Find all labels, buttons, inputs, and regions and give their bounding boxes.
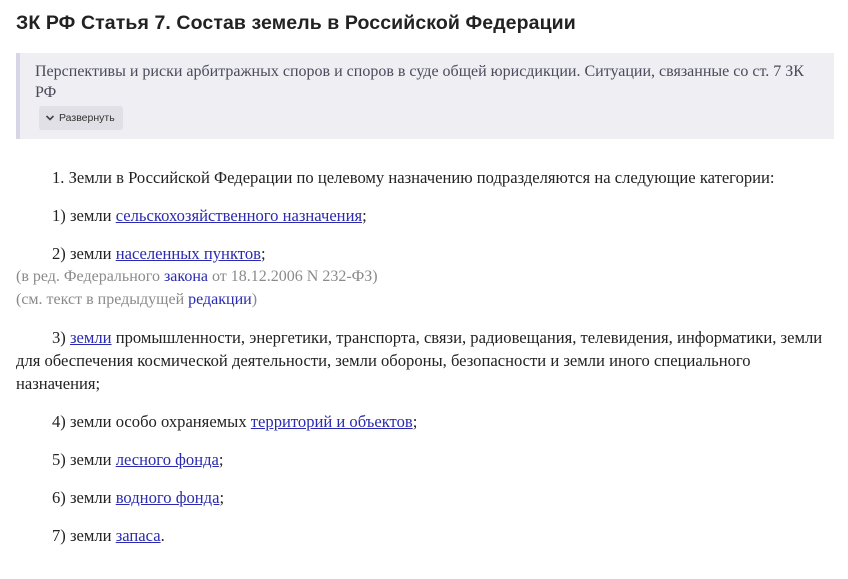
page-title: ЗК РФ Статья 7. Состав земель в Российск… xyxy=(16,12,576,34)
link-reserve[interactable]: запаса xyxy=(116,526,161,545)
link-previous-edition[interactable]: редакции xyxy=(188,291,252,308)
link-agricultural-lands[interactable]: сельскохозяйственного назначения xyxy=(116,206,362,225)
previous-edition-note: (см. текст в предыдущей редакции) xyxy=(16,291,258,308)
link-industry-lands[interactable]: земли xyxy=(70,328,112,347)
link-law[interactable]: закона xyxy=(164,268,208,285)
related-practice-text[interactable]: Перспективы и риски арбитражных споров и… xyxy=(35,61,825,103)
expand-button[interactable]: Развернуть xyxy=(39,106,123,130)
link-settlements[interactable]: населенных пунктов xyxy=(116,244,261,263)
related-practice-block: Перспективы и риски арбитражных споров и… xyxy=(16,53,834,139)
link-water-fund[interactable]: водного фонда xyxy=(116,488,220,507)
edition-note: (в ред. Федерального закона от 18.12.200… xyxy=(16,268,378,285)
expand-button-label: Развернуть xyxy=(59,112,115,124)
article-item-4: 4) земли особо охраняемых территорий и о… xyxy=(52,412,418,431)
article-item-6: 6) земли водного фонда; xyxy=(52,488,225,507)
chevron-down-icon xyxy=(45,115,55,121)
link-forest-fund[interactable]: лесного фонда xyxy=(116,450,219,469)
article-item-7: 7) земли запаса. xyxy=(52,526,165,545)
article-item-5: 5) земли лесного фонда; xyxy=(52,450,224,469)
article-item-3: 3) земли промышленности, энергетики, тра… xyxy=(16,328,823,393)
article-body: 1. Земли в Российской Федерации по целев… xyxy=(16,166,834,547)
article-item-1: 1) земли сельскохозяйственного назначени… xyxy=(52,206,367,225)
article-intro: 1. Земли в Российской Федерации по целев… xyxy=(52,168,775,187)
page: ЗК РФ Статья 7. Состав земель в Российск… xyxy=(0,0,848,579)
article-item-2: 2) земли населенных пунктов; xyxy=(52,244,266,263)
link-protected-territories[interactable]: территорий и объектов xyxy=(251,412,413,431)
